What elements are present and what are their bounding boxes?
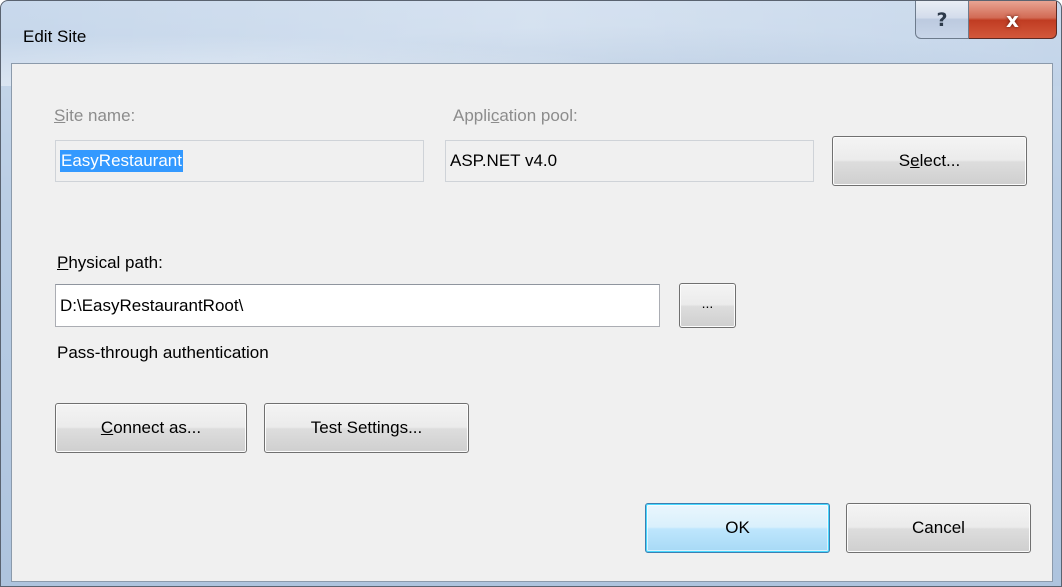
browse-path-button[interactable]: ... — [679, 283, 736, 328]
test-settings-button[interactable]: Test Settings... — [264, 403, 469, 453]
physical-path-input[interactable]: D:\EasyRestaurantRoot\ — [55, 284, 660, 327]
ok-label: OK — [725, 518, 750, 537]
edit-site-dialog: Edit Site ? x Site name: EasyRestaurant … — [0, 0, 1062, 587]
select-button[interactable]: Select... — [832, 136, 1027, 186]
dialog-client-area: Site name: EasyRestaurant Application po… — [11, 63, 1053, 582]
physical-path-value: D:\EasyRestaurantRoot\ — [60, 295, 244, 315]
site-name-label: Site name: — [54, 106, 136, 125]
browse-icon: ... — [701, 294, 714, 311]
window-title: Edit Site — [23, 27, 87, 46]
help-button[interactable]: ? — [915, 1, 969, 39]
help-icon: ? — [936, 8, 948, 31]
site-name-field[interactable]: EasyRestaurant — [55, 140, 424, 182]
close-button[interactable]: x — [969, 1, 1057, 39]
connect-as-label: Connect as... — [100, 418, 202, 437]
select-button-label: Select... — [898, 151, 961, 170]
close-icon: x — [1006, 7, 1019, 32]
caption-buttons: ? x — [915, 1, 1057, 41]
ok-button[interactable]: OK — [645, 503, 830, 553]
cancel-label: Cancel — [912, 518, 965, 537]
physical-path-label: Physical path: — [57, 253, 163, 272]
cancel-button[interactable]: Cancel — [846, 503, 1031, 553]
application-pool-label: Application pool: — [453, 106, 578, 125]
test-settings-label: Test Settings... — [310, 418, 423, 437]
site-name-value: EasyRestaurant — [60, 150, 183, 172]
application-pool-field: ASP.NET v4.0 — [445, 140, 814, 182]
auth-status-text: Pass-through authentication — [57, 343, 269, 362]
connect-as-button[interactable]: Connect as... — [55, 403, 247, 453]
application-pool-value: ASP.NET v4.0 — [450, 151, 558, 170]
